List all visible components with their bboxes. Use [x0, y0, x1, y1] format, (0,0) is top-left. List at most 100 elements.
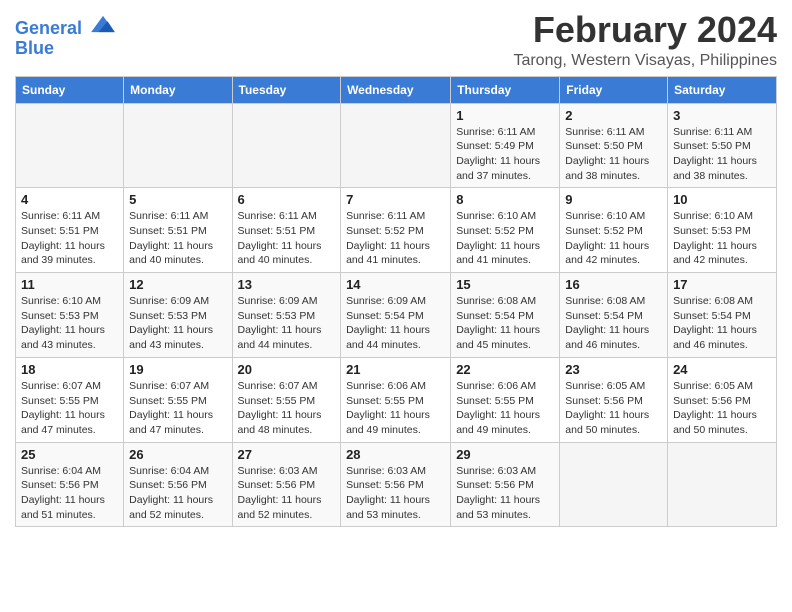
- day-number: 25: [21, 447, 118, 462]
- logo-general: General: [15, 18, 82, 38]
- day-info: Sunrise: 6:11 AMSunset: 5:50 PMDaylight:…: [673, 125, 771, 184]
- day-info: Sunrise: 6:11 AMSunset: 5:49 PMDaylight:…: [456, 125, 554, 184]
- day-info: Sunrise: 6:05 AMSunset: 5:56 PMDaylight:…: [565, 379, 662, 438]
- calendar-cell: [124, 103, 232, 188]
- subtitle: Tarong, Western Visayas, Philippines: [513, 52, 777, 70]
- day-info: Sunrise: 6:07 AMSunset: 5:55 PMDaylight:…: [238, 379, 336, 438]
- day-number: 15: [456, 277, 554, 292]
- week-row-1: 4 Sunrise: 6:11 AMSunset: 5:51 PMDaylight…: [16, 188, 777, 273]
- main-title: February 2024: [513, 10, 777, 50]
- logo: General Blue: [15, 14, 117, 59]
- calendar-cell: [560, 442, 668, 527]
- calendar-table: SundayMondayTuesdayWednesdayThursdayFrid…: [15, 76, 777, 528]
- day-info: Sunrise: 6:06 AMSunset: 5:55 PMDaylight:…: [346, 379, 445, 438]
- calendar-cell: 1 Sunrise: 6:11 AMSunset: 5:49 PMDaylight…: [451, 103, 560, 188]
- day-header-friday: Friday: [560, 76, 668, 103]
- logo-text: General: [15, 14, 117, 39]
- day-info: Sunrise: 6:03 AMSunset: 5:56 PMDaylight:…: [346, 464, 445, 523]
- calendar-cell: 20 Sunrise: 6:07 AMSunset: 5:55 PMDayligh…: [232, 357, 341, 442]
- day-info: Sunrise: 6:07 AMSunset: 5:55 PMDaylight:…: [129, 379, 226, 438]
- day-info: Sunrise: 6:09 AMSunset: 5:53 PMDaylight:…: [129, 294, 226, 353]
- calendar-cell: 14 Sunrise: 6:09 AMSunset: 5:54 PMDayligh…: [341, 273, 451, 358]
- calendar-cell: 26 Sunrise: 6:04 AMSunset: 5:56 PMDayligh…: [124, 442, 232, 527]
- day-number: 14: [346, 277, 445, 292]
- day-number: 9: [565, 192, 662, 207]
- calendar-cell: [232, 103, 341, 188]
- calendar-cell: 4 Sunrise: 6:11 AMSunset: 5:51 PMDaylight…: [16, 188, 124, 273]
- calendar-cell: 5 Sunrise: 6:11 AMSunset: 5:51 PMDaylight…: [124, 188, 232, 273]
- day-number: 12: [129, 277, 226, 292]
- day-info: Sunrise: 6:08 AMSunset: 5:54 PMDaylight:…: [673, 294, 771, 353]
- calendar-cell: [16, 103, 124, 188]
- calendar-cell: 16 Sunrise: 6:08 AMSunset: 5:54 PMDayligh…: [560, 273, 668, 358]
- day-header-tuesday: Tuesday: [232, 76, 341, 103]
- logo-blue: Blue: [15, 39, 117, 59]
- calendar-cell: 2Sunrise: 6:11 AMSunset: 5:50 PMDaylight…: [560, 103, 668, 188]
- calendar-cell: 6Sunrise: 6:11 AMSunset: 5:51 PMDaylight…: [232, 188, 341, 273]
- day-info: Sunrise: 6:09 AMSunset: 5:53 PMDaylight:…: [238, 294, 336, 353]
- calendar-cell: 24Sunrise: 6:05 AMSunset: 5:56 PMDayligh…: [668, 357, 777, 442]
- day-header-thursday: Thursday: [451, 76, 560, 103]
- header: General Blue February 2024 Tarong, Weste…: [15, 10, 777, 70]
- day-number: 7: [346, 192, 445, 207]
- week-row-2: 11Sunrise: 6:10 AMSunset: 5:53 PMDayligh…: [16, 273, 777, 358]
- day-info: Sunrise: 6:11 AMSunset: 5:51 PMDaylight:…: [129, 209, 226, 268]
- day-info: Sunrise: 6:11 AMSunset: 5:52 PMDaylight:…: [346, 209, 445, 268]
- calendar-cell: 8 Sunrise: 6:10 AMSunset: 5:52 PMDaylight…: [451, 188, 560, 273]
- calendar-cell: 12 Sunrise: 6:09 AMSunset: 5:53 PMDayligh…: [124, 273, 232, 358]
- day-header-wednesday: Wednesday: [341, 76, 451, 103]
- day-number: 18: [21, 362, 118, 377]
- calendar-cell: 9Sunrise: 6:10 AMSunset: 5:52 PMDaylight…: [560, 188, 668, 273]
- header-row: SundayMondayTuesdayWednesdayThursdayFrid…: [16, 76, 777, 103]
- calendar-cell: 7 Sunrise: 6:11 AMSunset: 5:52 PMDaylight…: [341, 188, 451, 273]
- day-number: 29: [456, 447, 554, 462]
- day-number: 3: [673, 108, 771, 123]
- day-info: Sunrise: 6:10 AMSunset: 5:53 PMDaylight:…: [673, 209, 771, 268]
- day-number: 27: [238, 447, 336, 462]
- week-row-4: 25 Sunrise: 6:04 AMSunset: 5:56 PMDayligh…: [16, 442, 777, 527]
- day-number: 5: [129, 192, 226, 207]
- day-number: 2: [565, 108, 662, 123]
- day-info: Sunrise: 6:05 AMSunset: 5:56 PMDaylight:…: [673, 379, 771, 438]
- day-info: Sunrise: 6:08 AMSunset: 5:54 PMDaylight:…: [565, 294, 662, 353]
- day-number: 21: [346, 362, 445, 377]
- calendar-cell: 27 Sunrise: 6:03 AMSunset: 5:56 PMDayligh…: [232, 442, 341, 527]
- calendar-cell: 15 Sunrise: 6:08 AMSunset: 5:54 PMDayligh…: [451, 273, 560, 358]
- calendar-cell: 17Sunrise: 6:08 AMSunset: 5:54 PMDayligh…: [668, 273, 777, 358]
- day-number: 16: [565, 277, 662, 292]
- calendar-cell: 19Sunrise: 6:07 AMSunset: 5:55 PMDayligh…: [124, 357, 232, 442]
- week-row-3: 18 Sunrise: 6:07 AMSunset: 5:55 PMDayligh…: [16, 357, 777, 442]
- day-number: 6: [238, 192, 336, 207]
- calendar-cell: 13Sunrise: 6:09 AMSunset: 5:53 PMDayligh…: [232, 273, 341, 358]
- day-info: Sunrise: 6:04 AMSunset: 5:56 PMDaylight:…: [129, 464, 226, 523]
- day-number: 22: [456, 362, 554, 377]
- calendar-cell: 10 Sunrise: 6:10 AMSunset: 5:53 PMDayligh…: [668, 188, 777, 273]
- day-info: Sunrise: 6:07 AMSunset: 5:55 PMDaylight:…: [21, 379, 118, 438]
- day-number: 20: [238, 362, 336, 377]
- day-info: Sunrise: 6:03 AMSunset: 5:56 PMDaylight:…: [238, 464, 336, 523]
- calendar-cell: 25 Sunrise: 6:04 AMSunset: 5:56 PMDayligh…: [16, 442, 124, 527]
- day-info: Sunrise: 6:08 AMSunset: 5:54 PMDaylight:…: [456, 294, 554, 353]
- day-info: Sunrise: 6:04 AMSunset: 5:56 PMDaylight:…: [21, 464, 118, 523]
- day-number: 8: [456, 192, 554, 207]
- day-number: 26: [129, 447, 226, 462]
- day-header-sunday: Sunday: [16, 76, 124, 103]
- day-number: 1: [456, 108, 554, 123]
- day-info: Sunrise: 6:09 AMSunset: 5:54 PMDaylight:…: [346, 294, 445, 353]
- day-number: 10: [673, 192, 771, 207]
- day-info: Sunrise: 6:06 AMSunset: 5:55 PMDaylight:…: [456, 379, 554, 438]
- day-number: 23: [565, 362, 662, 377]
- day-info: Sunrise: 6:03 AMSunset: 5:56 PMDaylight:…: [456, 464, 554, 523]
- day-number: 4: [21, 192, 118, 207]
- calendar-cell: 23 Sunrise: 6:05 AMSunset: 5:56 PMDayligh…: [560, 357, 668, 442]
- day-info: Sunrise: 6:10 AMSunset: 5:52 PMDaylight:…: [456, 209, 554, 268]
- day-header-saturday: Saturday: [668, 76, 777, 103]
- day-info: Sunrise: 6:10 AMSunset: 5:53 PMDaylight:…: [21, 294, 118, 353]
- calendar-cell: 18 Sunrise: 6:07 AMSunset: 5:55 PMDayligh…: [16, 357, 124, 442]
- calendar-cell: 3 Sunrise: 6:11 AMSunset: 5:50 PMDaylight…: [668, 103, 777, 188]
- calendar-cell: 28Sunrise: 6:03 AMSunset: 5:56 PMDayligh…: [341, 442, 451, 527]
- calendar-cell: [341, 103, 451, 188]
- logo-icon: [89, 14, 117, 34]
- day-info: Sunrise: 6:11 AMSunset: 5:51 PMDaylight:…: [21, 209, 118, 268]
- calendar-cell: 22 Sunrise: 6:06 AMSunset: 5:55 PMDayligh…: [451, 357, 560, 442]
